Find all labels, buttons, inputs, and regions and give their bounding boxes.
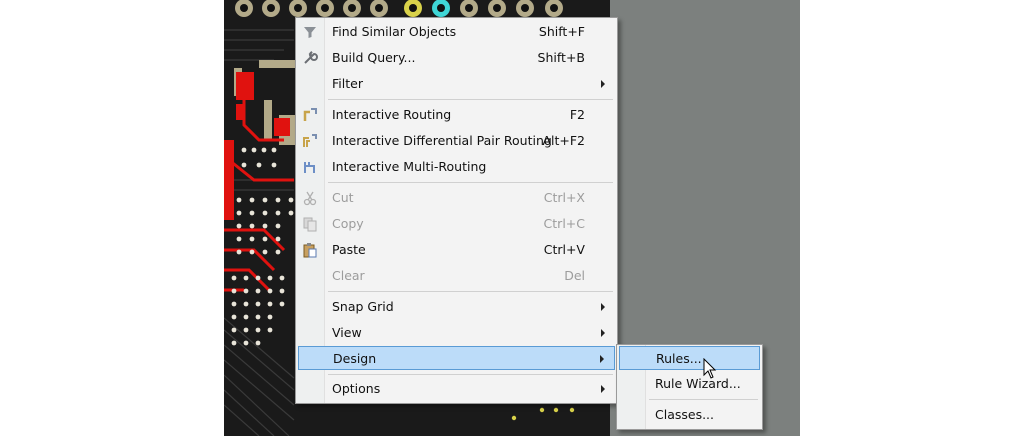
context-menu: Find Similar Objects Shift+F Build Query…: [295, 17, 618, 404]
route-icon: [303, 108, 317, 121]
menu-item-label: Copy: [332, 216, 364, 231]
menu-item-label: Paste: [332, 242, 366, 257]
menu-item-find-similar-objects[interactable]: Find Similar Objects Shift+F: [298, 20, 615, 44]
menu-separator: [649, 399, 758, 400]
menu-item-shortcut: Ctrl+V: [543, 242, 585, 257]
menu-item-label: Interactive Routing: [332, 107, 452, 122]
menu-item-label: Interactive Multi-Routing: [332, 159, 487, 174]
menu-item-label: Options: [332, 381, 381, 396]
menu-separator: [328, 182, 613, 183]
menu-item-copy[interactable]: Copy Ctrl+C: [298, 212, 615, 236]
submenu-item-rule-wizard[interactable]: Rule Wizard...: [619, 372, 760, 396]
submenu-item-rules[interactable]: Rules...: [619, 346, 760, 370]
menu-item-interactive-differential-pair-routing[interactable]: Interactive Differential Pair Routing Al…: [298, 129, 615, 153]
submenu-item-classes[interactable]: Classes...: [619, 403, 760, 427]
menu-item-shortcut: Shift+F: [538, 24, 585, 39]
submenu-arrow-icon: [601, 385, 605, 393]
menu-item-clear[interactable]: Clear Del: [298, 264, 615, 288]
menu-item-build-query[interactable]: Build Query... Shift+B: [298, 46, 615, 70]
diff-pair-route-icon: [303, 134, 317, 147]
menu-item-shortcut: Alt+F2: [542, 133, 585, 148]
menu-separator: [328, 99, 613, 100]
submenu-arrow-icon: [601, 80, 605, 88]
mouse-cursor-icon: [703, 358, 717, 379]
menu-item-label: Clear: [332, 268, 365, 283]
wrench-icon: [304, 51, 318, 64]
scissors-icon: [303, 191, 317, 206]
menu-item-label: Classes...: [655, 407, 715, 422]
menu-item-paste[interactable]: Paste Ctrl+V: [298, 238, 615, 262]
menu-item-design[interactable]: Design: [298, 346, 615, 370]
menu-item-shortcut: Ctrl+X: [543, 190, 585, 205]
menu-item-snap-grid[interactable]: Snap Grid: [298, 295, 615, 319]
menu-separator: [328, 374, 613, 375]
copy-icon: [303, 217, 317, 232]
funnel-icon: [304, 27, 316, 38]
menu-item-interactive-multi-routing[interactable]: Interactive Multi-Routing: [298, 155, 615, 179]
submenu-arrow-icon: [600, 355, 604, 363]
menu-item-label: Cut: [332, 190, 354, 205]
menu-item-shortcut: Del: [564, 268, 585, 283]
menu-item-shortcut: Ctrl+C: [543, 216, 585, 231]
menu-item-shortcut: F2: [569, 107, 585, 122]
menu-item-label: Find Similar Objects: [332, 24, 457, 39]
menu-item-label: Interactive Differential Pair Routing: [332, 133, 552, 148]
menu-item-label: Filter: [332, 76, 363, 91]
menu-item-cut[interactable]: Cut Ctrl+X: [298, 186, 615, 210]
menu-item-label: Build Query...: [332, 50, 416, 65]
menu-item-options[interactable]: Options: [298, 377, 615, 401]
menu-item-label: Design: [333, 351, 377, 366]
menu-item-view[interactable]: View: [298, 321, 615, 345]
paste-icon: [303, 243, 317, 258]
multi-route-icon: [304, 162, 315, 173]
menu-separator: [328, 291, 613, 292]
menu-item-filter[interactable]: Filter: [298, 72, 615, 96]
menu-item-label: Snap Grid: [332, 299, 394, 314]
submenu-arrow-icon: [601, 329, 605, 337]
menu-item-label: Rules...: [656, 351, 702, 366]
menu-item-shortcut: Shift+B: [537, 50, 585, 65]
submenu-arrow-icon: [601, 303, 605, 311]
menu-item-label: View: [332, 325, 362, 340]
design-submenu: Rules... Rule Wizard... Classes...: [616, 344, 763, 430]
menu-item-interactive-routing[interactable]: Interactive Routing F2: [298, 103, 615, 127]
menu-item-label: Rule Wizard...: [655, 376, 741, 391]
